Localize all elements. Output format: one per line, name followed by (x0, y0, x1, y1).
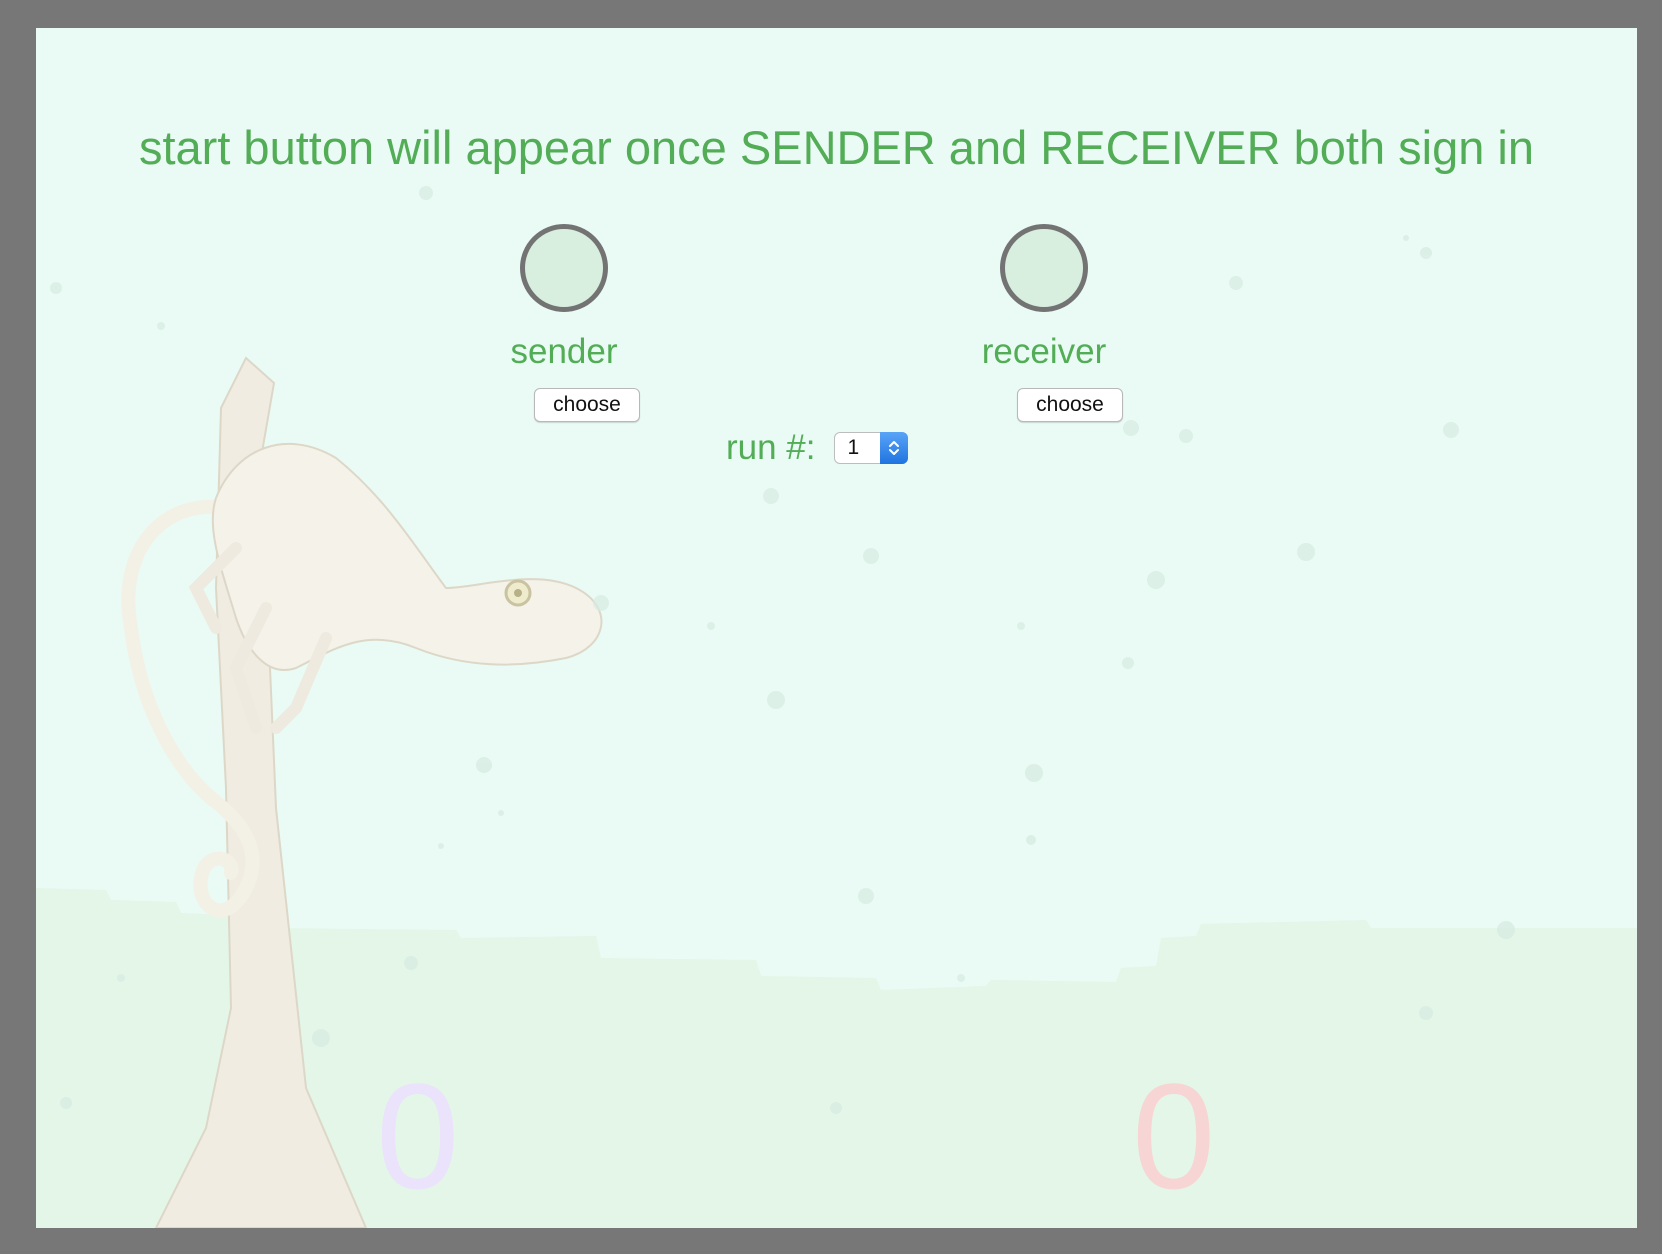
game-stage: start button will appear once SENDER and… (36, 28, 1637, 1228)
run-selector-row: run #: 1 (726, 428, 908, 468)
receiver-label: receiver (981, 332, 1107, 371)
sender-label: sender (510, 332, 618, 371)
run-number-select[interactable]: 1 (833, 432, 908, 464)
run-number-label: run #: (726, 428, 816, 467)
sign-in-instructions: start button will appear once SENDER and… (138, 121, 1535, 174)
select-stepper-icon (879, 432, 908, 464)
background-illustration (36, 186, 1637, 1228)
sender-score: 0 (376, 1052, 460, 1220)
receiver-slot: receiver (934, 224, 1154, 372)
receiver-status-indicator (1000, 224, 1088, 312)
sender-slot: sender (454, 224, 674, 372)
chameleon-body (211, 442, 603, 671)
sender-status-indicator (520, 224, 608, 312)
run-number-value: 1 (847, 436, 860, 459)
sender-choose-button[interactable]: choose (534, 388, 640, 422)
receiver-score: 0 (1132, 1052, 1216, 1220)
receiver-choose-button[interactable]: choose (1017, 388, 1123, 422)
